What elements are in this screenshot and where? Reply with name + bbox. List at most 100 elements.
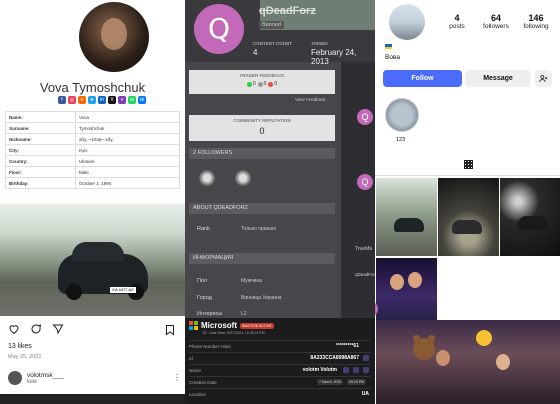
followers-stat[interactable]: 64 followers	[476, 13, 516, 30]
link-icon[interactable]	[363, 367, 369, 373]
instagram-profile-panel: 4 posts 64 followers 146 following Вова …	[375, 0, 560, 404]
more-options-icon[interactable]: ⋮	[173, 373, 181, 382]
activity-column	[341, 62, 375, 318]
banned-badge: Banned	[259, 21, 284, 29]
negative-feedback[interactable]: 0	[268, 81, 277, 87]
positive-feedback[interactable]: 0	[246, 81, 256, 87]
post-photo[interactable]: KA 4477 AX	[0, 204, 185, 316]
plus-icon	[246, 81, 252, 87]
add-user-button[interactable]	[535, 70, 552, 87]
avatar[interactable]	[8, 371, 22, 385]
content-count-value[interactable]: 4	[253, 48, 257, 57]
post-thumbnail[interactable]	[376, 178, 437, 256]
divider	[375, 175, 560, 176]
trader-feedback-title: TRADER FEEDBACK	[239, 73, 285, 78]
interests-key: Интересы	[197, 311, 223, 317]
follower-avatar[interactable]	[199, 170, 215, 186]
content-count-label: CONTENT COUNT	[253, 41, 292, 46]
rank-key: Rank	[197, 226, 210, 232]
ok-icon[interactable]: o	[78, 96, 86, 104]
reputation-block: COMMUNITY REPUTATION 0	[189, 115, 335, 141]
instagram-icon[interactable]: ◎	[68, 96, 76, 104]
creation-time-chip: 05:16 PM	[347, 379, 366, 385]
reputation-value: 0	[259, 126, 265, 136]
profile-panel: Vova Tymoshchuk f ◎ o ➤ in X v w vk Name…	[0, 0, 185, 404]
table-row: Surname: Tymoshchuk	[5, 122, 180, 134]
ms-row-creation: Creation Date 7 March, 2020 05:16 PM	[189, 376, 371, 387]
info-heading: ИНФОРМАЦИЯ	[189, 253, 335, 264]
trader-feedback-block: TRADER FEEDBACK 0 0 0	[189, 70, 335, 94]
post-date: May 25, 2022	[8, 354, 42, 360]
activity-text: qDeadForz	[355, 272, 375, 277]
facebook-icon[interactable]: f	[58, 96, 66, 104]
follower-avatar[interactable]	[235, 170, 251, 186]
car-image	[518, 216, 548, 230]
ms-header: Microsoft INACTIVE ACTIVE	[189, 321, 274, 330]
reputation-title: COMMUNITY REPUTATION	[233, 118, 291, 123]
sex-value: Мужчина	[241, 278, 263, 284]
license-plate: KA 4477 AX	[110, 287, 136, 293]
ms-row-phone: Phone Number Hints *********61	[189, 340, 371, 351]
car-image	[394, 218, 424, 232]
forum-avatar[interactable]: Q	[194, 4, 244, 54]
profile-avatar[interactable]	[79, 2, 149, 72]
person-face	[436, 350, 450, 366]
activity-avatar[interactable]: Q	[357, 109, 373, 125]
rank-value: Только пришел	[241, 226, 277, 232]
profile-name: Vova Tymoshchuk	[39, 80, 146, 95]
neutral-icon	[257, 81, 263, 87]
view-feedback-link[interactable]: View Feedback	[295, 97, 326, 102]
microsoft-lookup-panel: Microsoft INACTIVE ACTIVE ID · Last Seen…	[185, 318, 375, 404]
table-row: Nickname: xßy, ~1Xüä~ xßy,	[5, 133, 180, 145]
add-user-icon	[539, 75, 548, 82]
bookmark-icon[interactable]	[164, 323, 176, 336]
vk-icon[interactable]: vk	[138, 96, 146, 104]
following-stat[interactable]: 146 following	[516, 13, 556, 30]
highlight-label: 123	[396, 137, 406, 143]
profile-info-table: Name: Vova Surname: Tymoshchuk Nickname: xß…	[5, 111, 180, 189]
linkedin-icon[interactable]: in	[98, 96, 106, 104]
comment-row: volotmsk___ Київ	[8, 371, 64, 385]
followers-heading: 2 FOLLOWERS	[189, 148, 335, 159]
ukraine-flag-icon	[385, 44, 392, 49]
story-highlight[interactable]	[385, 98, 419, 132]
copy-icon[interactable]	[343, 367, 349, 373]
next-post-preview	[0, 394, 185, 404]
copy-icon[interactable]	[363, 355, 369, 361]
telegram-icon[interactable]: ➤	[88, 96, 96, 104]
whatsapp-icon[interactable]: w	[128, 96, 136, 104]
viber-icon[interactable]: v	[118, 96, 126, 104]
status-badge: INACTIVE ACTIVE	[240, 322, 274, 329]
ms-title: Microsoft	[201, 321, 237, 330]
comment-username[interactable]: volotmsk___	[27, 372, 64, 379]
person-face	[496, 354, 510, 370]
likes-count[interactable]: 13 likes	[8, 343, 32, 350]
share-icon[interactable]	[52, 323, 64, 335]
person-face	[390, 274, 404, 290]
heart-icon[interactable]	[8, 323, 20, 335]
search-icon[interactable]	[353, 367, 359, 373]
table-row: Floor: Male	[5, 166, 180, 178]
ms-row-name: Name volotm Volotm	[189, 364, 371, 375]
social-links: f ◎ o ➤ in X v w vk	[58, 96, 146, 104]
neutral-feedback[interactable]: 0	[257, 81, 266, 87]
bear-emoji-icon	[413, 335, 435, 360]
post-thumbnail[interactable]	[376, 320, 560, 404]
comment-icon[interactable]	[30, 323, 42, 335]
activity-avatar[interactable]: Q	[357, 174, 373, 190]
interests-value: L2	[241, 311, 247, 317]
follow-button[interactable]: Follow	[383, 70, 462, 87]
joined-label: JOINED	[311, 41, 328, 46]
grid-view-icon[interactable]	[464, 160, 473, 169]
ms-row-id: Id 8A233CCA8998A867	[189, 352, 371, 363]
ms-subtitle: ID · Last Seen: 6/27/2024, 12:28:21 PM	[203, 331, 265, 335]
about-heading: ABOUT QDEADFORZ	[189, 203, 335, 214]
message-button[interactable]: Message	[465, 70, 531, 87]
wheel	[66, 284, 82, 300]
posts-stat[interactable]: 4 posts	[437, 13, 477, 30]
profile-avatar[interactable]	[389, 4, 425, 40]
post-thumbnail[interactable]	[500, 178, 560, 256]
trader-feedback-counts: 0 0 0	[189, 81, 335, 87]
x-icon[interactable]: X	[108, 96, 116, 104]
post-thumbnail[interactable]	[438, 178, 499, 256]
